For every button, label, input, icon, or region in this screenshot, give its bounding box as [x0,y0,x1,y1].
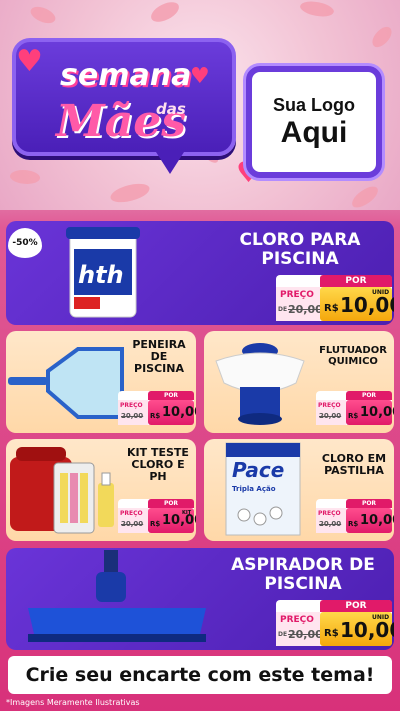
discount-badge: -50% [8,228,42,258]
logo-line2: Aqui [280,115,348,149]
pool-vacuum-image [28,550,206,642]
chemical-floater-image [215,343,305,425]
pace-sub: Tripla Ação [232,485,276,493]
pool-net-image [8,347,124,419]
heart-icon: ♥ [190,64,210,89]
price-tag: POR PREÇO DE 20,00 R$ 10,00 UNID [276,275,394,321]
product-name: ASPIRADOR DE PISCINA [231,555,375,594]
test-kit-image [10,447,114,534]
product-name: FLUTUADOR QUIMICO [319,345,387,367]
product-name: PENEIRA DE PISCINA [132,338,186,376]
price-tag: POR PREÇO 20,00 R$ 10,00 KIT [118,499,196,533]
price-tag: POR PREÇO 20,00 R$ 10,00 [316,391,394,425]
title-card: semana Mães das [12,38,236,174]
product-card-peneira[interactable]: PENEIRA DE PISCINA POR PREÇO 20,00 R$ 10… [6,331,196,433]
logo-placeholder: Sua Logo Aqui [246,66,382,178]
product-card-kit-teste[interactable]: KIT TESTE CLORO E PH POR PREÇO 20,00 R$ … [6,439,196,541]
product-card-cloro-pastilha[interactable]: Pace Tripla Ação CLORO EM PASTILHA POR P… [204,439,394,541]
product-card-aspirador[interactable]: ASPIRADOR DE PISCINA POR PREÇO DE 20,00 … [6,548,394,650]
price-tag: POR PREÇO 20,00 R$ 10,00 [118,391,196,425]
pace-brand: Pace [232,458,284,482]
title-line1: semana [60,58,192,93]
chlorine-tablet-bag-image: Pace Tripla Ação [225,442,301,536]
product-name: KIT TESTE CLORO E PH [127,446,189,484]
chlorine-bucket-image: hth [66,227,140,318]
title-line2: das [156,100,186,118]
header-banner: semana Mães das ♥ ♥ ♥ Sua Logo Aqui [0,0,400,210]
product-name: CLORO EM PASTILHA [321,452,387,478]
product-card-flutuador[interactable]: FLUTUADOR QUIMICO POR PREÇO 20,00 R$ 10,… [204,331,394,433]
disclaimer-note: *Imagens Meramente Ilustrativas [6,698,140,707]
product-name: CLORO PARA PISCINA [239,230,361,269]
logo-line1: Sua Logo [273,94,355,115]
cta-banner[interactable]: Crie seu encarte com este tema! [8,656,392,694]
heart-icon: ♥ [16,44,43,79]
price-tag: POR PREÇO DE 20,00 R$ 10,00 UNID [276,600,394,646]
hth-brand: hth [78,261,124,289]
price-tag: POR PREÇO 20,00 R$ 10,00 [316,499,394,533]
product-card-cloro-piscina[interactable]: hth -50% CLORO PARA PISCINA POR PREÇO DE… [6,221,394,325]
